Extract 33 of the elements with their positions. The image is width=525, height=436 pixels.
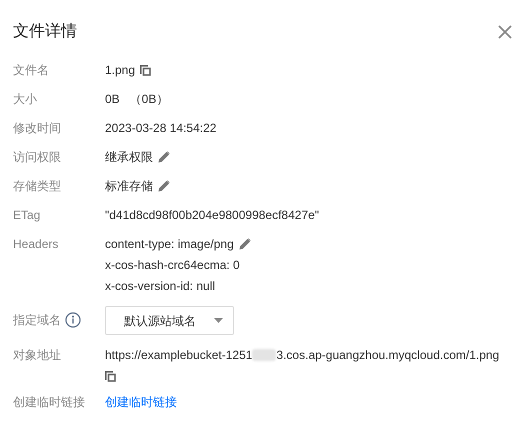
pencil-icon[interactable] (238, 238, 251, 250)
field-label: 大小 (13, 91, 37, 108)
pencil-icon[interactable] (158, 180, 170, 192)
blurred-text (252, 349, 276, 361)
temp-link[interactable]: 创建临时链接 (105, 393, 177, 411)
field-label: 创建临时链接 (13, 394, 85, 411)
field-label: Headers (13, 236, 58, 253)
copy-icon[interactable] (105, 371, 116, 382)
field-label: 指定域名 (13, 312, 61, 329)
field-value: content-type: image/png (105, 236, 234, 253)
dropdown-caret-icon (214, 318, 223, 323)
url-text: 3.cos.ap-guangzhou.myqcloud.com/1.png (276, 347, 500, 364)
url-text: https://examplebucket-1251 (105, 347, 252, 364)
field-value: x-cos-hash-crc64ecma: 0 (105, 257, 240, 274)
field-value: 标准存储 (105, 178, 153, 195)
field-label: 文件名 (13, 62, 49, 79)
field-value: 0B （0B） (105, 91, 168, 108)
field-value: 继承权限 (105, 149, 153, 166)
field-value: 2023-03-28 14:54:22 (105, 120, 216, 137)
pencil-icon[interactable] (158, 151, 170, 163)
domain-select[interactable]: 默认源站域名 (105, 306, 234, 335)
field-label: 访问权限 (13, 149, 61, 166)
info-icon[interactable] (65, 312, 81, 328)
dialog-title: 文件详情 (13, 22, 77, 42)
field-label: ETag (13, 207, 40, 224)
field-value: 1.png (105, 62, 136, 79)
field-label: 存储类型 (13, 178, 61, 195)
field-label: 修改时间 (13, 120, 61, 137)
field-value: "d41d8cd98f00b204e9800998ecf8427e" (105, 207, 320, 224)
close-icon[interactable] (498, 25, 512, 39)
copy-icon[interactable] (140, 64, 152, 76)
field-value: x-cos-version-id: null (105, 278, 216, 295)
field-label: 对象地址 (13, 347, 61, 364)
